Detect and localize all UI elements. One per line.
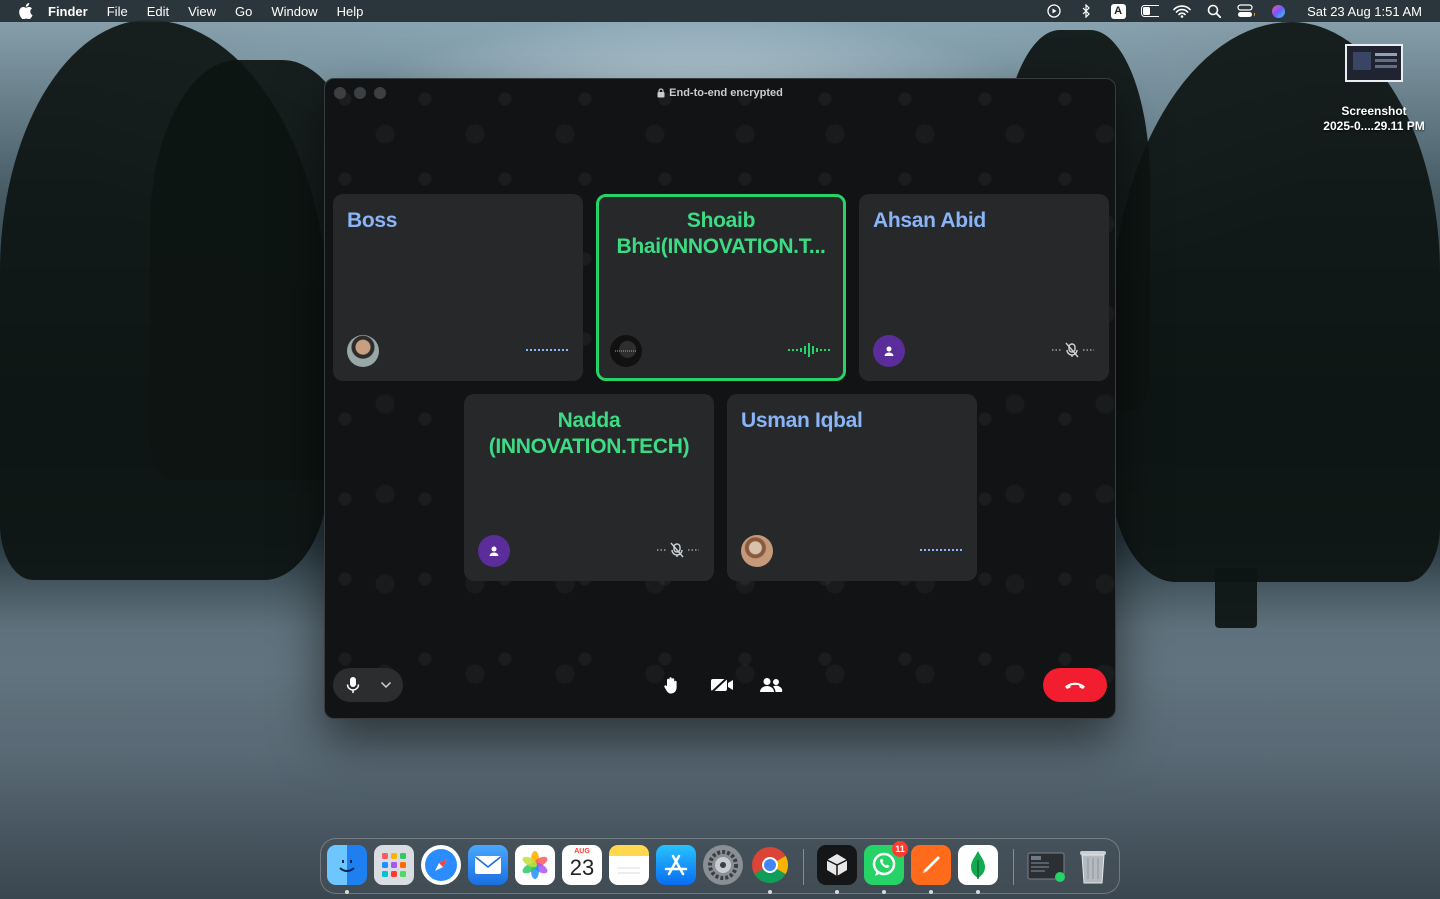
muted-mic-icon (1051, 342, 1095, 358)
dock-separator (803, 849, 804, 885)
camera-off-icon (711, 677, 733, 693)
participants-button[interactable] (754, 668, 788, 702)
dock-preview-icon[interactable] (1026, 845, 1066, 885)
dock-chrome-icon[interactable] (750, 845, 790, 885)
call-controls (325, 668, 1115, 718)
avatar (610, 335, 642, 367)
dock-running-indicator (929, 890, 933, 894)
whatsapp-call-window: End-to-end encrypted Boss Shoaib Bhai(IN… (324, 78, 1116, 719)
encryption-indicator: End-to-end encrypted (325, 87, 1115, 99)
dock-trash-icon[interactable] (1073, 845, 1113, 885)
screen-record-icon[interactable] (1045, 3, 1063, 19)
input-source-icon[interactable]: A (1109, 3, 1127, 19)
battery-icon[interactable] (1141, 3, 1160, 19)
desktop-screenshot-file[interactable]: Screenshot 2025-0....29.11 PM (1316, 44, 1432, 134)
dock-safari-icon[interactable] (421, 845, 461, 885)
menu-window[interactable]: Window (271, 4, 317, 19)
speaking-waveform-icon (788, 343, 832, 357)
default-avatar-icon (873, 335, 905, 367)
calendar-month: AUG (574, 848, 590, 855)
dock-photos-icon[interactable] (515, 845, 555, 885)
status-area: A Sat 23 Aug 1:51 AM (1045, 0, 1422, 22)
file-name-line1: Screenshot (1341, 104, 1407, 118)
menu-edit[interactable]: Edit (147, 4, 169, 19)
participants-icon (760, 678, 783, 692)
menu-bar: Finder File Edit View Go Window Help A S… (0, 0, 1440, 22)
audio-level-icon (525, 343, 569, 357)
participant-tile-nadda[interactable]: Nadda (INNOVATION.TECH) (464, 394, 714, 581)
dock-app-store-icon[interactable] (656, 845, 696, 885)
wallpaper-stump (1215, 568, 1257, 628)
chevron-down-icon (380, 681, 392, 689)
file-thumbnail (1345, 44, 1403, 82)
video-off-button[interactable] (705, 668, 739, 702)
menu-go[interactable]: Go (235, 4, 252, 19)
dock-calendar-icon[interactable]: AUG 23 (562, 845, 602, 885)
dock: AUG 23 11 (320, 838, 1120, 894)
dock-notes-icon[interactable] (609, 845, 649, 885)
participant-name: Shoaib Bhai(INNOVATION.T... (616, 209, 826, 258)
participant-tile-boss[interactable]: Boss (333, 194, 583, 381)
default-avatar-icon (478, 535, 510, 567)
dock-running-indicator (768, 890, 772, 894)
encryption-label: End-to-end encrypted (669, 87, 783, 99)
menu-file[interactable]: File (107, 4, 128, 19)
avatar (741, 535, 773, 567)
participant-tile-usman[interactable]: Usman Iqbal (727, 394, 977, 581)
dock-separator (1013, 849, 1014, 885)
dock-running-indicator (882, 890, 886, 894)
control-center-icon[interactable] (1237, 3, 1256, 19)
dock-mail-icon[interactable] (468, 845, 508, 885)
input-source-label: A (1110, 3, 1126, 19)
participant-name: Ahsan Abid (873, 209, 986, 232)
dock-finder-icon[interactable] (327, 845, 367, 885)
participant-tile-ahsan[interactable]: Ahsan Abid (859, 194, 1109, 381)
dock-running-indicator (976, 890, 980, 894)
bluetooth-icon[interactable] (1077, 3, 1095, 19)
participant-name: Usman Iqbal (741, 409, 863, 432)
menu-help[interactable]: Help (337, 4, 364, 19)
menu-view[interactable]: View (188, 4, 216, 19)
whatsapp-unread-badge: 11 (892, 841, 908, 857)
menu-clock[interactable]: Sat 23 Aug 1:51 AM (1307, 4, 1422, 19)
audio-level-icon (919, 543, 963, 557)
dock-mongodb-compass-icon[interactable] (958, 845, 998, 885)
microphone-button[interactable] (333, 668, 373, 702)
dock-cursor-icon[interactable] (817, 845, 857, 885)
participant-name: Nadda (INNOVATION.TECH) (488, 409, 690, 458)
avatar (347, 335, 379, 367)
participant-tile-shoaib[interactable]: Shoaib Bhai(INNOVATION.T... (596, 194, 846, 381)
raise-hand-icon (664, 677, 677, 694)
calendar-day: 23 (569, 855, 595, 880)
mic-control-group (333, 668, 403, 702)
audio-options-button[interactable] (373, 668, 399, 702)
file-name-line2: 2025-0....29.11 PM (1323, 119, 1425, 133)
participant-name: Boss (347, 209, 398, 232)
dock-running-indicator (345, 890, 349, 894)
lock-icon (657, 88, 665, 98)
dock-system-settings-icon[interactable] (703, 845, 743, 885)
apple-menu-icon[interactable] (18, 3, 34, 19)
dock-whatsapp-icon[interactable]: 11 (864, 841, 908, 885)
microphone-icon (346, 677, 360, 693)
dock-launchpad-icon[interactable] (374, 845, 414, 885)
dock-sublime-icon[interactable] (911, 845, 951, 885)
hang-up-icon (1065, 682, 1085, 689)
menu-app-name[interactable]: Finder (48, 4, 88, 19)
wifi-icon[interactable] (1173, 3, 1191, 19)
spotlight-search-icon[interactable] (1205, 3, 1223, 19)
muted-mic-icon (656, 542, 700, 558)
end-call-button[interactable] (1043, 668, 1107, 702)
dock-running-indicator (835, 890, 839, 894)
siri-icon[interactable] (1269, 3, 1287, 19)
raise-hand-button[interactable] (654, 668, 688, 702)
